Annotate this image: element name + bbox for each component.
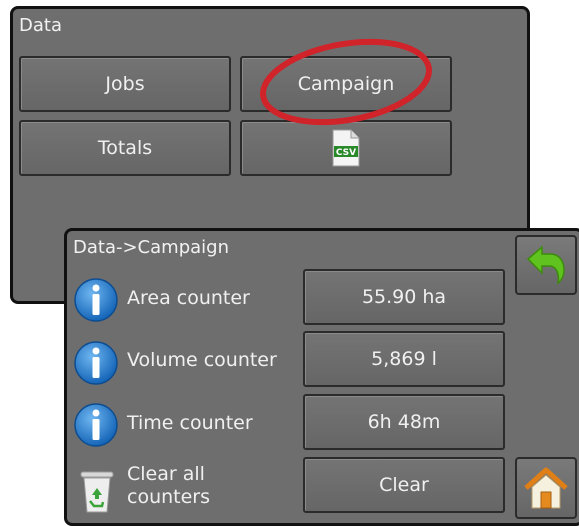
volume-counter-value: 5,869 l [303,331,505,387]
time-counter-value: 6h 48m [303,394,505,450]
campaign-button[interactable]: Campaign [240,56,452,112]
csv-export-button[interactable]: CSV [240,120,452,176]
time-counter-label: Time counter [127,412,253,434]
back-button[interactable] [515,235,577,295]
area-counter-value-text: 55.90 ha [361,286,447,308]
campaign-button-label: Campaign [297,73,395,95]
info-icon [74,341,118,385]
volume-counter-label: Volume counter [127,349,277,371]
clear-all-line2: counters [127,486,211,508]
area-counter-label: Area counter [127,287,250,309]
clear-all-counters-label: Clear all counters [127,463,210,509]
volume-counter-value-text: 5,869 l [371,348,437,370]
clear-button[interactable]: Clear [303,457,505,513]
csv-badge-label: CSV [336,148,356,158]
recycle-bin-icon [80,471,114,513]
campaign-panel-title: Data->Campaign [73,237,229,258]
jobs-button[interactable]: Jobs [19,56,231,112]
data-panel-title: Data [19,15,62,36]
totals-button-label: Totals [97,137,153,159]
clear-all-line1: Clear all [127,463,205,485]
info-icon [74,278,118,322]
time-counter-value-text: 6h 48m [367,411,441,433]
campaign-panel: Data->Campaign Area counter 55.90 ha Vol… [64,228,579,526]
totals-button[interactable]: Totals [19,120,231,176]
jobs-button-label: Jobs [105,73,145,95]
back-arrow-icon [526,245,565,285]
csv-file-icon: CSV [332,129,360,167]
info-icon [74,403,118,447]
home-button[interactable] [515,457,577,519]
area-counter-value: 55.90 ha [303,269,505,325]
clear-button-label: Clear [379,474,429,496]
home-icon [524,467,568,509]
